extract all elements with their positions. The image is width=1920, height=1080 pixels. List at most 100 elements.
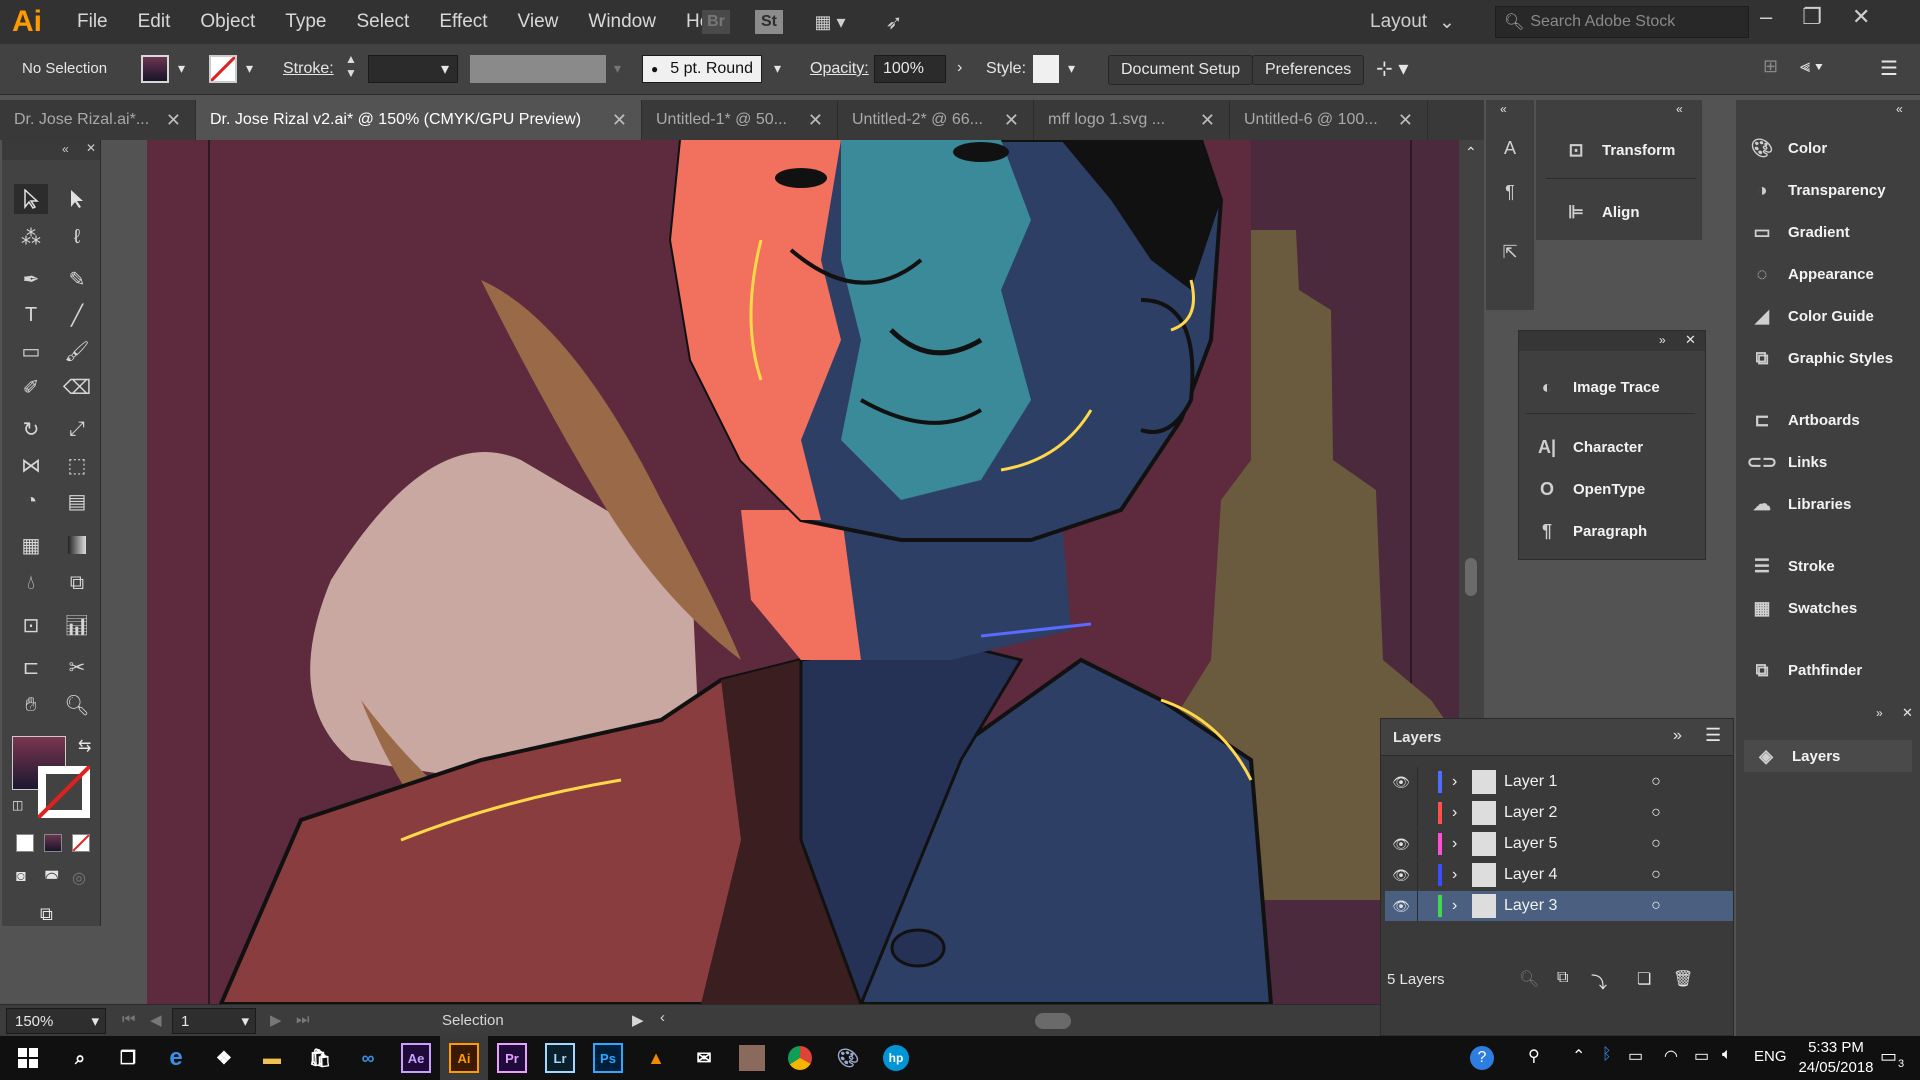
- expand-icon[interactable]: »: [1659, 333, 1666, 347]
- workspace-switcher[interactable]: Layout ⌄: [1370, 8, 1470, 36]
- arrange-documents-icon[interactable]: ▦ ▾: [805, 10, 855, 34]
- target-circle-icon[interactable]: ○: [1644, 773, 1668, 791]
- close-tab-icon[interactable]: ✕: [154, 110, 181, 131]
- prev-artboard-icon[interactable]: ◀: [150, 1011, 162, 1029]
- mail-icon[interactable]: ✉: [680, 1036, 728, 1080]
- status-menu-icon[interactable]: ▶: [632, 1011, 644, 1029]
- menu-item-type[interactable]: Type: [270, 11, 341, 33]
- document-tab[interactable]: mff logo 1.svg ... ✕: [1034, 100, 1230, 140]
- paragraph-styles-icon[interactable]: ¶: [1498, 180, 1522, 204]
- collapse-icon[interactable]: «: [62, 142, 69, 156]
- document-setup-button[interactable]: Document Setup: [1108, 55, 1254, 85]
- collapse-icon[interactable]: «: [1896, 102, 1903, 116]
- windows-start-icon[interactable]: [0, 1036, 56, 1080]
- curvature-tool-icon[interactable]: ✎: [60, 264, 94, 294]
- line-tool-icon[interactable]: ╱: [60, 300, 94, 330]
- dropbox-icon[interactable]: ❖: [200, 1036, 248, 1080]
- transform-panel-button[interactable]: ⊡ Transform: [1564, 138, 1675, 162]
- target-circle-icon[interactable]: ○: [1644, 835, 1668, 853]
- restore-icon[interactable]: ❐: [1802, 4, 1822, 30]
- perspective-grid-tool-icon[interactable]: ▤: [60, 486, 94, 516]
- free-transform-tool-icon[interactable]: ⬚: [60, 450, 94, 480]
- export-icon[interactable]: ⇱: [1498, 240, 1522, 264]
- default-colors-icon[interactable]: ◫: [12, 798, 23, 812]
- create-sublayer-icon[interactable]: ⤵: [1591, 969, 1607, 993]
- links-panel-button[interactable]: ⊂⊃ Links: [1747, 450, 1827, 474]
- stroke-panel-button[interactable]: ☰ Stroke: [1750, 554, 1835, 578]
- shape-builder-tool-icon[interactable]: ◔: [14, 486, 48, 516]
- menu-item-select[interactable]: Select: [342, 11, 425, 33]
- paragraph-panel-button[interactable]: ¶ Paragraph: [1535, 519, 1647, 543]
- zoom-tool-icon[interactable]: 🔍︎: [60, 690, 94, 720]
- gpu-performance-icon[interactable]: ➶: [880, 8, 908, 36]
- chevron-down-icon[interactable]: ▾: [246, 60, 253, 77]
- align-panel-button[interactable]: ⊫ Align: [1564, 200, 1639, 224]
- align-icon[interactable]: ⫷ ▾: [1800, 56, 1823, 77]
- gradient-tool-icon[interactable]: [60, 530, 94, 560]
- file-explorer-icon[interactable]: ▬: [248, 1036, 296, 1080]
- close-icon[interactable]: ✕: [1685, 332, 1696, 348]
- layer-row[interactable]: 👁︎ › Layer 1 ○: [1385, 767, 1733, 797]
- paint-app-icon[interactable]: 🎨︎: [824, 1036, 872, 1080]
- store-icon[interactable]: 🛍︎: [296, 1036, 344, 1080]
- color-panel-button[interactable]: 🎨︎ Color: [1750, 136, 1828, 160]
- search-icon[interactable]: ⌕: [56, 1036, 104, 1080]
- visibility-eye-icon[interactable]: 👁︎: [1385, 836, 1417, 853]
- language-indicator[interactable]: ENG: [1754, 1048, 1787, 1065]
- horizontal-scrollbar-thumb[interactable]: [1035, 1013, 1071, 1029]
- taskbar-app-lr[interactable]: Lr: [536, 1036, 584, 1080]
- opentype-panel-button[interactable]: O OpenType: [1535, 477, 1645, 501]
- direct-selection-tool-icon[interactable]: [60, 184, 94, 214]
- stroke-color-box[interactable]: [38, 766, 90, 818]
- chevron-right-icon[interactable]: ›: [1452, 804, 1472, 822]
- tray-chevron-icon[interactable]: ⌃: [1572, 1046, 1585, 1066]
- infinity-app-icon[interactable]: ∞: [344, 1036, 392, 1080]
- close-tab-icon[interactable]: ✕: [1188, 110, 1215, 131]
- chevron-right-icon[interactable]: ›: [1452, 897, 1472, 915]
- image-trace-panel-button[interactable]: ◐ Image Trace: [1535, 375, 1660, 399]
- rectangle-tool-icon[interactable]: ▭: [14, 336, 48, 366]
- artboard-tool-icon[interactable]: ⊏: [14, 652, 48, 682]
- next-artboard-icon[interactable]: ▶: [270, 1011, 282, 1029]
- chevron-right-icon[interactable]: ›: [1452, 835, 1472, 853]
- mesh-tool-icon[interactable]: ▦: [14, 530, 48, 560]
- menu-item-file[interactable]: File: [62, 11, 123, 33]
- notifications-icon[interactable]: ▭: [1880, 1046, 1897, 1067]
- canvas-area[interactable]: [101, 140, 1459, 1004]
- eyedropper-tool-icon[interactable]: 💧︎: [14, 568, 48, 598]
- color-mode-icon[interactable]: [16, 834, 34, 852]
- document-tab[interactable]: Untitled-6 @ 100... ✕: [1230, 100, 1428, 140]
- battery-icon[interactable]: ▭: [1628, 1046, 1643, 1066]
- menu-item-effect[interactable]: Effect: [424, 11, 502, 33]
- variable-width-profile[interactable]: [470, 55, 606, 83]
- screen-mode-icon[interactable]: ⧉: [40, 904, 53, 925]
- stock-button[interactable]: St: [755, 10, 783, 34]
- volume-icon[interactable]: 🔈︎: [1722, 1046, 1732, 1064]
- bluetooth-icon[interactable]: ᛒ: [1602, 1046, 1612, 1064]
- character-styles-icon[interactable]: A: [1498, 136, 1522, 160]
- zoom-field[interactable]: 150% ▾: [6, 1008, 106, 1034]
- libraries-panel-button[interactable]: ☁︎ Libraries: [1750, 492, 1851, 516]
- chevron-down-icon[interactable]: ▾: [1068, 60, 1075, 77]
- minimize-icon[interactable]: –: [1760, 4, 1772, 30]
- target-circle-icon[interactable]: ○: [1644, 897, 1668, 915]
- gradient-panel-button[interactable]: ▭ Gradient: [1750, 220, 1849, 244]
- artboards-panel-button[interactable]: ⊏ Artboards: [1750, 408, 1859, 432]
- stroke-stepper[interactable]: ▲ ▼: [345, 52, 357, 80]
- width-tool-icon[interactable]: ⋈: [14, 450, 48, 480]
- make-clipping-mask-icon[interactable]: ⧉: [1557, 969, 1568, 987]
- visibility-eye-icon[interactable]: 👁︎: [1385, 774, 1417, 791]
- appearance-panel-button[interactable]: ◌ Appearance: [1750, 262, 1874, 286]
- scale-tool-icon[interactable]: ⤢: [60, 414, 94, 444]
- opacity-label[interactable]: Opacity:: [810, 60, 869, 78]
- layer-row[interactable]: › Layer 2 ○: [1385, 798, 1733, 828]
- menu-item-edit[interactable]: Edit: [123, 11, 186, 33]
- taskbar-app-ps[interactable]: Ps: [584, 1036, 632, 1080]
- close-tab-icon[interactable]: ✕: [1386, 110, 1413, 131]
- layer-row[interactable]: 👁︎ › Layer 5 ○: [1385, 829, 1733, 859]
- document-tab[interactable]: Dr. Jose Rizal v2.ai* @ 150% (CMYK/GPU P…: [196, 100, 642, 140]
- stroke-weight-field[interactable]: ▾: [368, 55, 458, 83]
- target-circle-icon[interactable]: ○: [1644, 866, 1668, 884]
- taskbar-app-pr[interactable]: Pr: [488, 1036, 536, 1080]
- scroll-left-icon[interactable]: ‹: [660, 1009, 665, 1026]
